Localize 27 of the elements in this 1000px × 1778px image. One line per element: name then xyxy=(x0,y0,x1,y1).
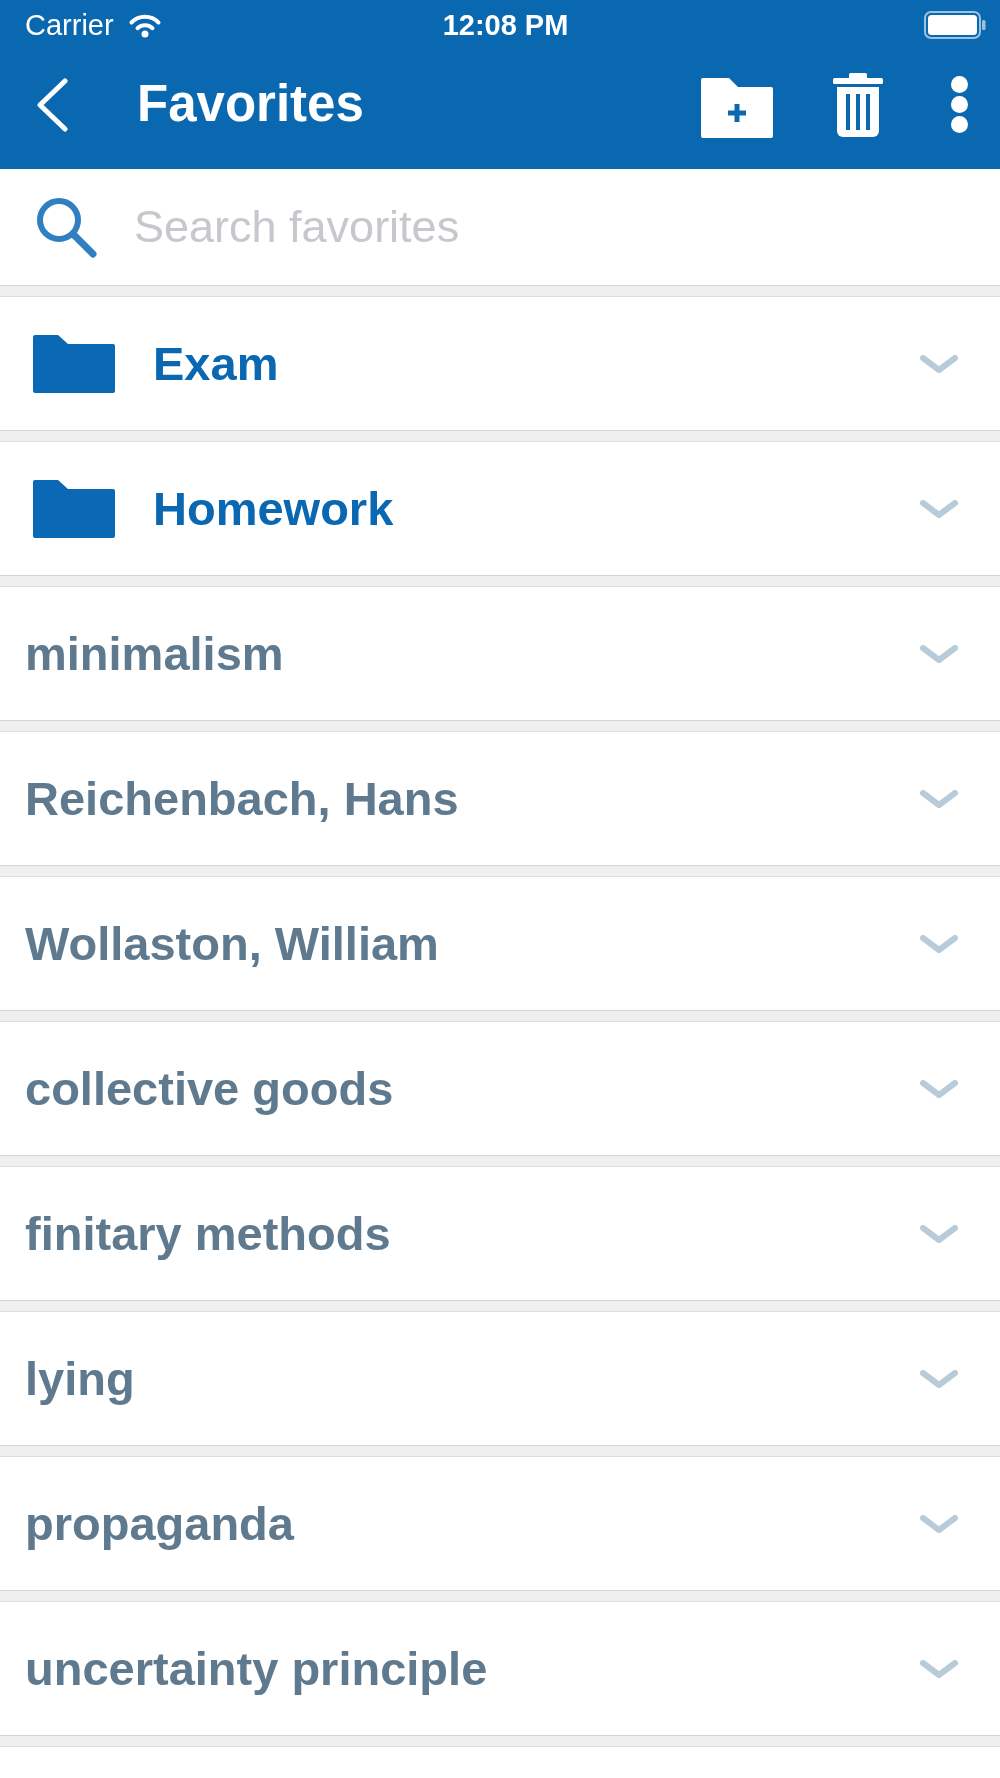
wifi-icon xyxy=(127,12,162,38)
chevron-down-icon[interactable] xyxy=(920,1079,958,1098)
more-button[interactable] xyxy=(951,76,968,133)
chevron-down-icon[interactable] xyxy=(920,1369,958,1388)
screen-title: Favorites xyxy=(137,76,364,133)
chevron-down-icon[interactable] xyxy=(920,1659,958,1678)
chevron-down-icon[interactable] xyxy=(920,934,958,953)
new-folder-button[interactable] xyxy=(701,77,773,138)
back-button[interactable] xyxy=(35,77,69,132)
chevron-down-icon[interactable] xyxy=(920,1224,958,1243)
chevron-down-icon[interactable] xyxy=(920,354,958,373)
search-field[interactable]: Search favorites xyxy=(134,201,970,253)
more-vertical-icon xyxy=(951,76,968,133)
battery-icon xyxy=(924,11,986,39)
folder-icon xyxy=(33,334,115,393)
trash-icon xyxy=(833,72,883,137)
chevron-left-icon xyxy=(35,77,69,132)
chevron-down-icon[interactable] xyxy=(920,644,958,663)
carrier-name: Carrier xyxy=(25,10,114,40)
chevron-down-icon[interactable] xyxy=(920,789,958,808)
search-icon xyxy=(35,196,97,258)
status-time: 12:08 PM xyxy=(442,10,569,40)
delete-button[interactable] xyxy=(833,72,883,137)
folder-icon xyxy=(33,479,115,538)
folder-plus-icon xyxy=(701,77,773,138)
chevron-down-icon[interactable] xyxy=(920,1514,958,1533)
chevron-down-icon[interactable] xyxy=(920,499,958,518)
